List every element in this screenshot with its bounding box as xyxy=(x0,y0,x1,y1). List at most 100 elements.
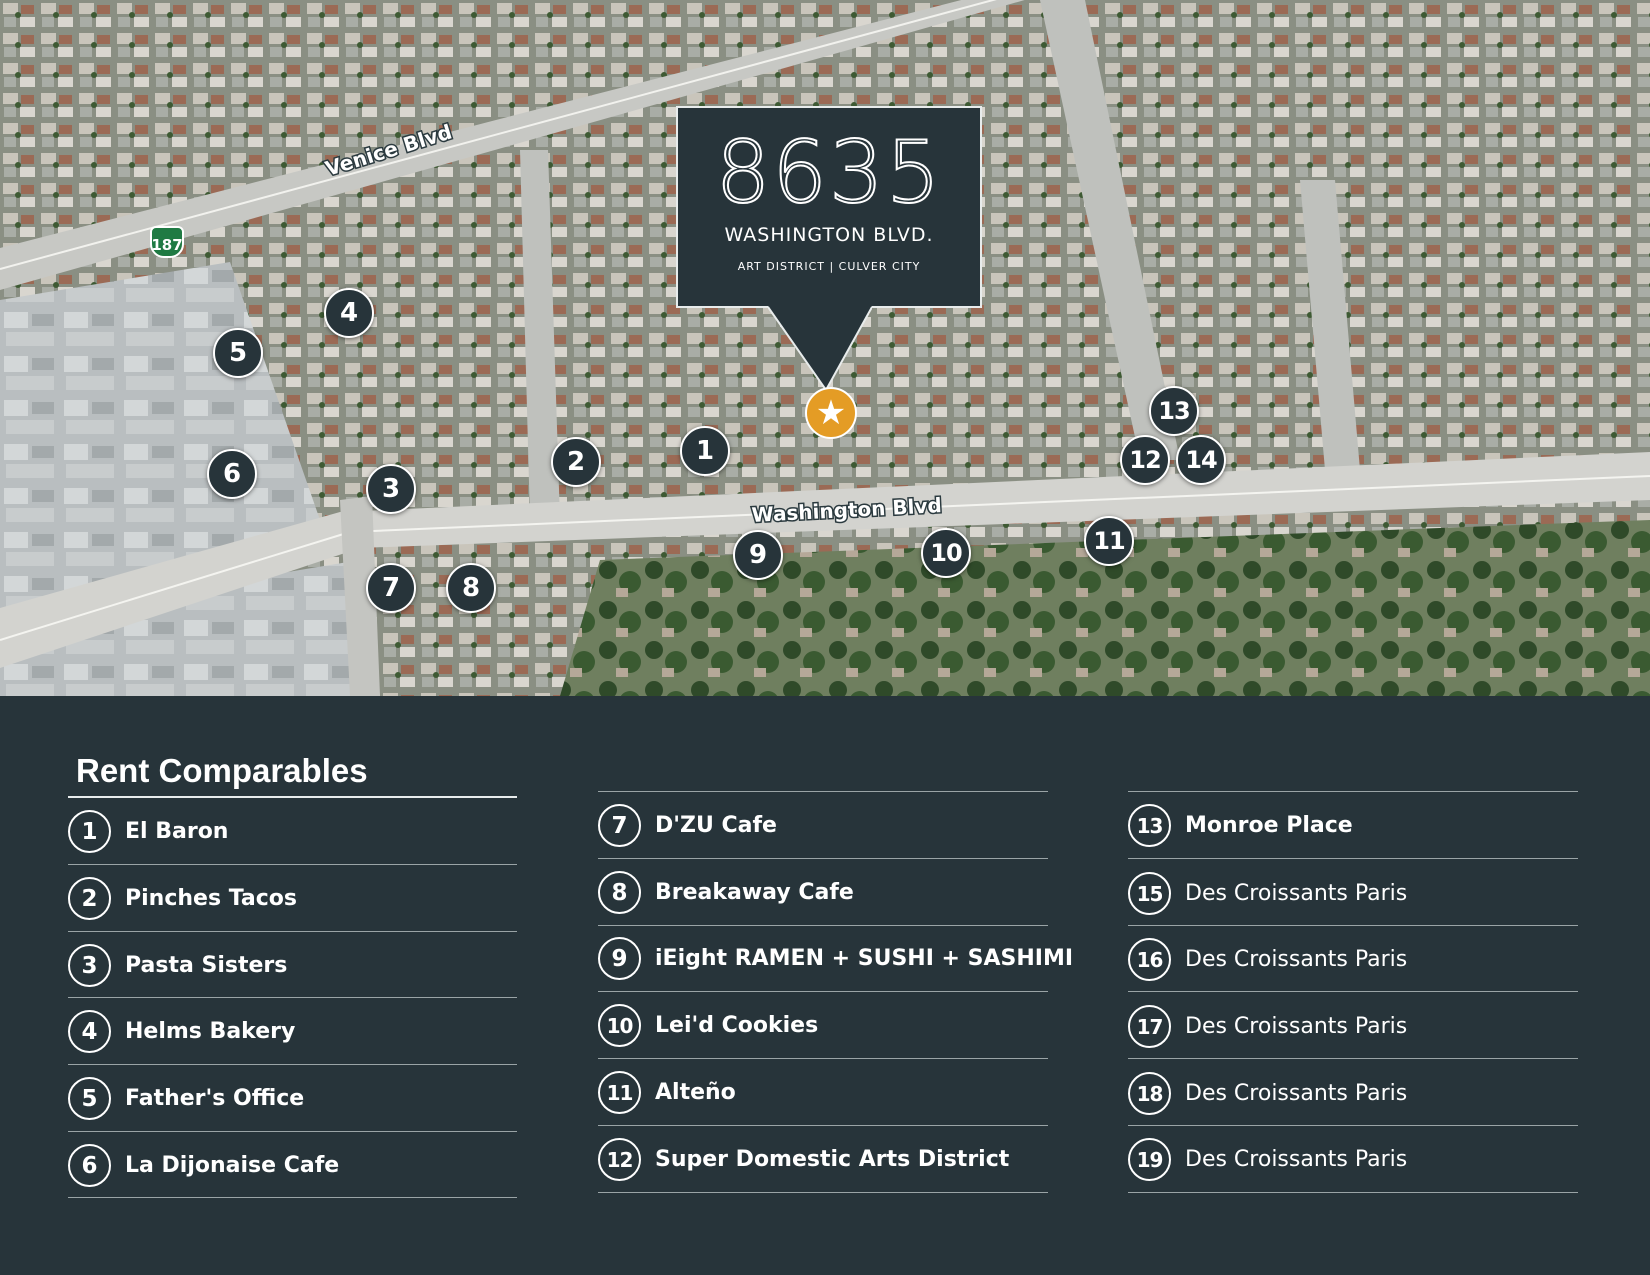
legend-divider xyxy=(598,858,1048,859)
map-pin[interactable]: 7 xyxy=(366,563,416,613)
aerial-map: Venice Blvd Washington Blvd 187 1 2 3 4 … xyxy=(0,0,1650,696)
map-pin[interactable]: 3 xyxy=(366,464,416,514)
legend-divider xyxy=(1128,1192,1578,1193)
legend-divider xyxy=(1128,791,1578,792)
legend-item[interactable]: 13 Monroe Place xyxy=(1128,804,1353,847)
legend-item-name: Des Croissants Paris xyxy=(1185,881,1408,906)
legend-item-name: Des Croissants Paris xyxy=(1185,1014,1408,1039)
legend-divider xyxy=(1128,991,1578,992)
legend-item-number: 12 xyxy=(598,1138,641,1181)
legend-item[interactable]: 1 El Baron xyxy=(68,810,228,853)
legend-item-name: Pinches Tacos xyxy=(125,886,297,911)
legend-item-number: 10 xyxy=(598,1004,641,1047)
legend-item-number: 9 xyxy=(598,937,641,980)
property-district: ART DISTRICT | CULVER CITY xyxy=(737,260,921,273)
legend-divider xyxy=(1128,1058,1578,1059)
legend-divider xyxy=(598,1125,1048,1126)
legend-item-name: Des Croissants Paris xyxy=(1185,1147,1408,1172)
legend-column-1: 1 El Baron 2 Pinches Tacos 3 Pasta Siste… xyxy=(68,798,517,1198)
legend-divider xyxy=(598,991,1048,992)
legend-title: Rent Comparables xyxy=(76,752,368,789)
legend-item-name: Super Domestic Arts District xyxy=(655,1147,1010,1172)
legend-item-name: Father's Office xyxy=(125,1086,305,1111)
legend-item-number: 7 xyxy=(598,804,641,847)
legend-item-name: D'ZU Cafe xyxy=(655,813,777,838)
legend-item[interactable]: 16 Des Croissants Paris xyxy=(1128,938,1407,981)
legend-item-number: 17 xyxy=(1128,1005,1171,1048)
legend-item[interactable]: 18 Des Croissants Paris xyxy=(1128,1072,1407,1115)
legend-item-name: Breakaway Cafe xyxy=(655,880,854,905)
legend-item-number: 13 xyxy=(1128,804,1171,847)
legend-divider xyxy=(598,1192,1048,1193)
legend-item[interactable]: 17 Des Croissants Paris xyxy=(1128,1005,1407,1048)
legend-item[interactable]: 5 Father's Office xyxy=(68,1077,304,1120)
legend-item[interactable]: 3 Pasta Sisters xyxy=(68,944,287,987)
legend-divider xyxy=(68,1197,517,1198)
subject-property-marker[interactable]: ★ xyxy=(805,387,857,439)
legend-divider xyxy=(68,1131,517,1132)
legend-item-number: 2 xyxy=(68,877,111,920)
map-pin[interactable]: 11 xyxy=(1084,516,1134,566)
property-number: 8635 xyxy=(715,123,943,223)
legend-item-name: Lei'd Cookies xyxy=(655,1013,819,1038)
legend-item[interactable]: 11 Alteño xyxy=(598,1071,736,1114)
legend-item-name: Des Croissants Paris xyxy=(1185,947,1408,972)
legend-item-number: 5 xyxy=(68,1077,111,1120)
legend-divider xyxy=(1128,925,1578,926)
map-pin[interactable]: 6 xyxy=(207,449,257,499)
legend-item-number: 11 xyxy=(598,1071,641,1114)
legend-item-number: 1 xyxy=(68,810,111,853)
legend-item[interactable]: 12 Super Domestic Arts District xyxy=(598,1138,1009,1181)
map-pin[interactable]: 4 xyxy=(324,288,374,338)
map-pin[interactable]: 13 xyxy=(1149,386,1199,436)
legend-item[interactable]: 6 La Dijonaise Cafe xyxy=(68,1144,339,1187)
highway-shield: 187 xyxy=(150,226,184,258)
map-pin[interactable]: 10 xyxy=(921,528,971,578)
map-pin[interactable]: 9 xyxy=(733,530,783,580)
legend-item-number: 18 xyxy=(1128,1072,1171,1115)
callout-pointer xyxy=(768,306,872,392)
map-pin[interactable]: 5 xyxy=(213,328,263,378)
property-callout: 8635 WASHINGTON BLVD. ART DISTRICT | CUL… xyxy=(676,106,982,308)
legend-divider xyxy=(598,925,1048,926)
legend-item-name: El Baron xyxy=(125,819,229,844)
legend-item[interactable]: 10 Lei'd Cookies xyxy=(598,1004,818,1047)
legend-item-name: Des Croissants Paris xyxy=(1185,1081,1408,1106)
legend-column-2: 7 D'ZU Cafe 8 Breakaway Cafe 9 iEight RA… xyxy=(598,791,1073,1193)
legend-item-name: Alteño xyxy=(655,1080,736,1105)
legend-item[interactable]: 2 Pinches Tacos xyxy=(68,877,297,920)
map-pin[interactable]: 8 xyxy=(446,563,496,613)
legend-item-number: 3 xyxy=(68,944,111,987)
legend-divider xyxy=(598,1058,1048,1059)
legend-item[interactable]: 15 Des Croissants Paris xyxy=(1128,872,1407,915)
legend-item-number: 4 xyxy=(68,1010,111,1053)
legend-divider xyxy=(598,791,1048,792)
legend-divider xyxy=(68,997,517,998)
legend-column-3: 13 Monroe Place 15 Des Croissants Paris … xyxy=(1128,791,1578,1193)
map-pin[interactable]: 1 xyxy=(680,426,730,476)
legend-divider xyxy=(68,1064,517,1065)
property-street: WASHINGTON BLVD. xyxy=(724,224,934,246)
legend-item-number: 19 xyxy=(1128,1138,1171,1181)
legend-item[interactable]: 4 Helms Bakery xyxy=(68,1010,295,1053)
legend-item[interactable]: 9 iEight RAMEN + SUSHI + SASHIMI xyxy=(598,937,1073,980)
legend-divider xyxy=(1128,1125,1578,1126)
legend-item[interactable]: 7 D'ZU Cafe xyxy=(598,804,777,847)
legend-item-name: iEight RAMEN + SUSHI + SASHIMI xyxy=(655,946,1074,971)
legend-item-number: 16 xyxy=(1128,938,1171,981)
map-pin[interactable]: 12 xyxy=(1120,435,1170,485)
map-pin[interactable]: 14 xyxy=(1176,435,1226,485)
legend-divider xyxy=(68,931,517,932)
legend-item[interactable]: 8 Breakaway Cafe xyxy=(598,871,854,914)
star-icon: ★ xyxy=(815,393,847,433)
legend-item-name: Monroe Place xyxy=(1185,813,1353,838)
map-pin[interactable]: 2 xyxy=(551,437,601,487)
legend-divider xyxy=(1128,858,1578,859)
legend-item-number: 15 xyxy=(1128,872,1171,915)
legend-item-number: 8 xyxy=(598,871,641,914)
legend-divider xyxy=(68,864,517,865)
legend-item-name: Pasta Sisters xyxy=(125,953,288,978)
legend-item-name: Helms Bakery xyxy=(125,1019,296,1044)
legend-item-number: 6 xyxy=(68,1144,111,1187)
legend-item[interactable]: 19 Des Croissants Paris xyxy=(1128,1138,1407,1181)
